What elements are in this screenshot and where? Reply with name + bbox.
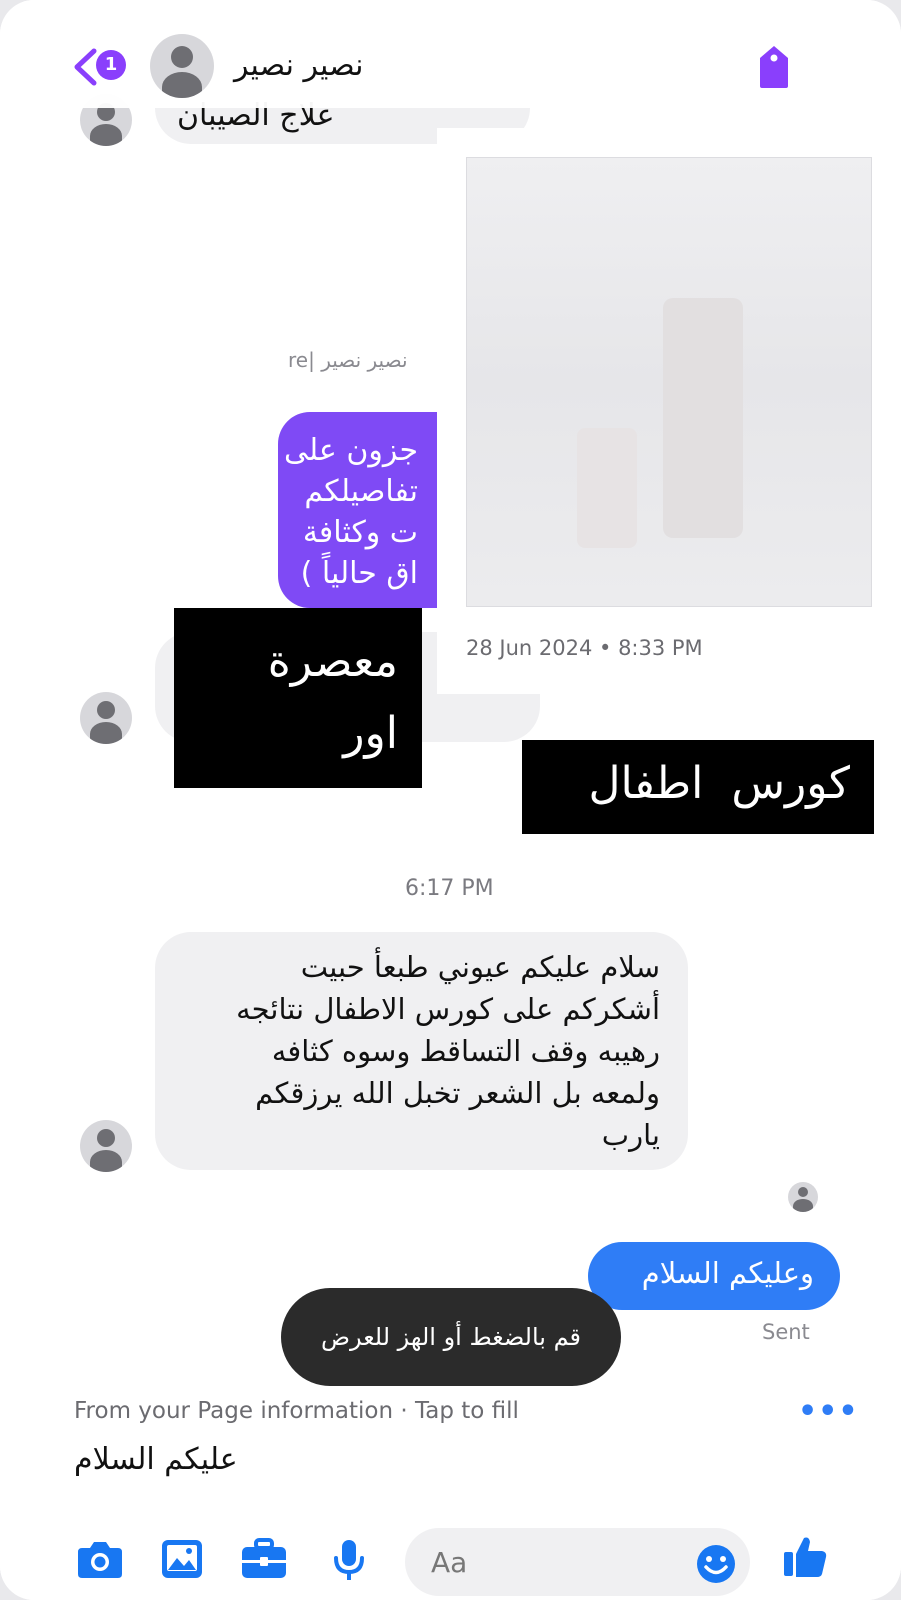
chevron-left-icon xyxy=(74,48,97,86)
sender-avatar xyxy=(80,692,132,744)
conversation-header: 1 نصير نصير xyxy=(0,0,901,108)
back-button[interactable]: 1 xyxy=(72,44,136,88)
toast-message: قم بالضغط أو الهز للعرض xyxy=(281,1288,621,1386)
read-receipt-avatar xyxy=(788,1182,818,1212)
time-separator: 6:17 PM xyxy=(405,876,494,901)
emoji-icon[interactable] xyxy=(696,1544,736,1584)
message-line: جزون على xyxy=(284,433,418,468)
message-line: اق حالياً ) xyxy=(300,556,418,591)
contact-name[interactable]: نصير نصير xyxy=(234,48,363,83)
redaction-text: كورس اطفال xyxy=(588,758,851,809)
redaction-text: معصرة xyxy=(267,636,398,687)
message-line: أشكركم على كورس الاطفال نتائجه xyxy=(236,992,660,1026)
sent-status: Sent xyxy=(762,1320,810,1344)
thumbs-up-icon[interactable] xyxy=(782,1534,828,1580)
message-line: سلام عليكم عيوني طبعأ حبيت xyxy=(300,950,660,984)
tag-icon[interactable] xyxy=(756,44,792,90)
camera-icon[interactable] xyxy=(76,1538,124,1580)
message-bubble-incoming[interactable]: سلام عليكم عيوني طبعأ حبيت أشكركم على كو… xyxy=(155,932,688,1170)
message-text: وعليكم السلام xyxy=(641,1256,814,1290)
microphone-icon[interactable] xyxy=(332,1538,366,1584)
reply-label: re| نصير نصير xyxy=(288,348,408,372)
redaction-box: كورس اطفال xyxy=(522,740,874,834)
message-bubble-outgoing[interactable]: وعليكم السلام xyxy=(588,1242,840,1310)
message-line: ولمعه بل الشعر تخبل الله يرزقكم xyxy=(255,1076,660,1110)
image-icon[interactable] xyxy=(160,1538,204,1580)
redaction-text: اور xyxy=(343,708,398,759)
message-line: تفاصيلكم xyxy=(304,474,418,509)
message-line: يارب xyxy=(601,1118,660,1152)
suggested-reply-panel[interactable]: From your Page information · Tap to fill… xyxy=(54,1382,858,1502)
message-line: رهيبه وقف التساقط وسوه كثافه xyxy=(271,1034,660,1068)
more-options-icon[interactable]: ••• xyxy=(798,1394,859,1429)
contact-avatar[interactable] xyxy=(150,34,214,98)
redaction-box: معصرة اور xyxy=(174,608,422,788)
message-line: ت وكثافة xyxy=(302,515,418,550)
briefcase-icon[interactable] xyxy=(240,1538,288,1580)
chat-screen: 1 نصير نصير علاج الصيبان re| نصير نصير ج… xyxy=(0,0,901,1600)
suggested-reply-text[interactable]: عليكم السلام xyxy=(74,1442,238,1477)
message-timestamp: 28 Jun 2024 • 8:33 PM xyxy=(466,636,703,660)
sender-avatar xyxy=(80,1120,132,1172)
suggestion-info: From your Page information · Tap to fill xyxy=(74,1398,519,1424)
message-composer xyxy=(0,1510,901,1600)
image-attachment[interactable] xyxy=(466,157,872,607)
unread-count-badge: 1 xyxy=(96,50,126,80)
